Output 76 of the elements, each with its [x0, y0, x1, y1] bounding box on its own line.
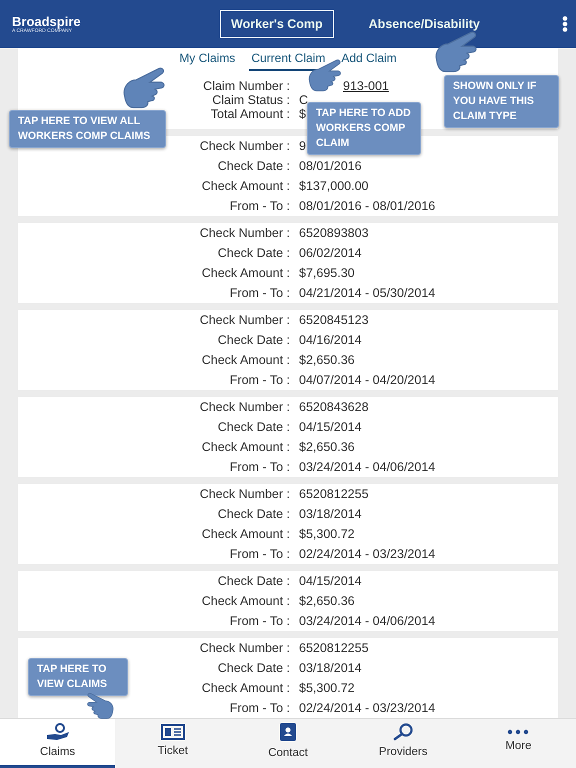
field-label: Check Date : [218, 661, 290, 675]
claim-tab[interactable]: My Claims [177, 48, 238, 71]
field-value: $137,000.00 [299, 178, 369, 195]
claim-number-link[interactable]: 913-001 [343, 79, 389, 93]
field-label: From - To : [230, 547, 290, 561]
field-value: 04/16/2014 [299, 332, 362, 349]
more-icon [507, 728, 530, 735]
field-value: 06/02/2014 [299, 245, 362, 262]
contact-book-icon [278, 722, 298, 742]
field-label: Check Number : [200, 400, 290, 414]
field-value: 08/01/2016 - 08/01/2016 [299, 198, 436, 215]
field-value: $2,650.36 [299, 439, 355, 456]
field-value: $ [299, 107, 306, 121]
field-value: 02/24/2014 - 03/23/2014 [299, 546, 436, 563]
field-label: Check Date : [218, 574, 290, 588]
field-value: 04/21/2014 - 05/30/2014 [299, 285, 436, 302]
claim-tab[interactable]: Add Claim [339, 48, 399, 71]
callout-note: SHOWN ONLY IF YOU HAVE THIS CLAIM TYPE [444, 75, 559, 128]
field-label: From - To : [230, 614, 290, 628]
field-value: 6520843628 [299, 399, 369, 416]
field-label: Check Date : [218, 246, 290, 260]
field-value: 6520893803 [299, 225, 369, 242]
field-value: C [299, 93, 308, 107]
callout-note: TAP HERE TO VIEW CLAIMS [28, 658, 128, 696]
field-label: Claim Status : [212, 93, 290, 107]
field-value: $2,650.36 [299, 352, 355, 369]
field-value: 9 [299, 138, 306, 155]
ticket-icon [160, 724, 185, 740]
field-value: $2,650.36 [299, 593, 355, 610]
field-label: Total Amount : [210, 107, 290, 121]
field-label: Check Number : [200, 139, 290, 153]
segment-tab[interactable]: Worker's Comp [220, 10, 334, 38]
field-value: 08/01/2016 [299, 158, 362, 175]
field-label: Check Number : [200, 313, 290, 327]
field-label: Check Amount : [202, 353, 290, 367]
field-value: 04/15/2014 [299, 573, 362, 590]
field-label: Check Amount : [202, 440, 290, 454]
field-label: Check Number : [200, 487, 290, 501]
field-value: 03/18/2014 [299, 506, 362, 523]
field-value: $5,300.72 [299, 680, 355, 697]
field-value: 03/18/2014 [299, 660, 362, 677]
field-label: Check Date : [218, 333, 290, 347]
field-value: $7,695.30 [299, 265, 355, 282]
field-label: Check Number : [200, 226, 290, 240]
field-value: 6520812255 [299, 640, 369, 657]
nav-tab[interactable]: Claims [0, 719, 116, 768]
field-label: Check Number : [200, 641, 290, 655]
field-value: 04/07/2014 - 04/20/2014 [299, 372, 436, 389]
search-icon [392, 722, 414, 741]
field-value: 6520845123 [299, 312, 369, 329]
field-label: Check Date : [218, 420, 290, 434]
callout-note: TAP HERE TO VIEW ALL WORKERS COMP CLAIMS [9, 110, 166, 148]
hand-coin-icon [44, 722, 71, 741]
field-label: Claim Number : [203, 79, 290, 93]
more-options-icon[interactable] [562, 16, 568, 32]
field-value: 6520812255 [299, 486, 369, 503]
field-label: Check Amount : [202, 266, 290, 280]
field-label: From - To : [230, 460, 290, 474]
field-value: 03/24/2014 - 04/06/2014 [299, 459, 436, 476]
field-value: 03/24/2014 - 04/06/2014 [299, 613, 436, 630]
field-label: From - To : [230, 373, 290, 387]
field-label: Check Date : [218, 159, 290, 173]
logo: Broadspire [12, 14, 82, 28]
callout-note: TAP HERE TO ADD WORKERS COMP CLAIM [307, 102, 421, 155]
field-label: From - To : [230, 286, 290, 300]
field-label: Check Amount : [202, 179, 290, 193]
field-label: Check Date : [218, 507, 290, 521]
field-value: 04/15/2014 [299, 419, 362, 436]
segment-tab[interactable]: Absence/Disability [358, 10, 491, 38]
field-value: $5,300.72 [299, 526, 355, 543]
field-label: Check Amount : [202, 527, 290, 541]
field-value: 02/24/2014 - 03/23/2014 [299, 700, 436, 717]
field-label: From - To : [230, 701, 290, 715]
field-label: Check Amount : [202, 594, 290, 608]
field-label: From - To : [230, 199, 290, 213]
field-label: Check Amount : [202, 681, 290, 695]
